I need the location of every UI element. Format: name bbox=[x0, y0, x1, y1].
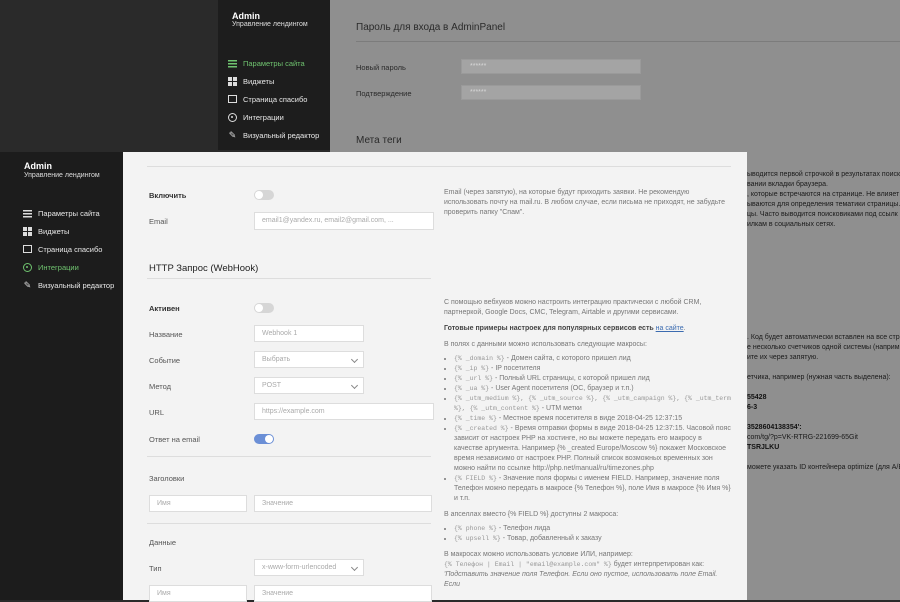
email-answer-label: Ответ на email bbox=[149, 435, 200, 444]
url-label: URL bbox=[149, 408, 165, 417]
enable-label: Включить bbox=[149, 191, 187, 200]
active-toggle[interactable] bbox=[254, 303, 274, 313]
divider bbox=[147, 523, 431, 524]
sidebar-title: Admin bbox=[24, 161, 52, 171]
meta-heading: Мета теги bbox=[356, 135, 402, 146]
active-label: Активен bbox=[149, 304, 180, 313]
data-label: Данные bbox=[149, 538, 177, 547]
list-item: {% phone %} - Телефон лида bbox=[454, 524, 731, 534]
help-or-intro: В макросах можно использовать условие ИЛ… bbox=[444, 551, 633, 558]
list-item: {% _created %} - Время отправки формы в … bbox=[454, 424, 731, 474]
circle-icon bbox=[228, 112, 237, 122]
square-icon bbox=[23, 245, 32, 253]
url-input[interactable]: https://example.com bbox=[254, 403, 434, 420]
email-help-text: Email (через запятую), на которые будут … bbox=[444, 189, 726, 216]
list-item: {% _ip %} - IP посетителя bbox=[454, 364, 731, 374]
circle-icon bbox=[23, 262, 32, 272]
grid-icon bbox=[228, 76, 237, 86]
background-sidebar: Admin Управление лендингом Параметры сай… bbox=[218, 0, 330, 150]
list-item: {% upsell %} - Товар, добавленный к зака… bbox=[454, 534, 731, 544]
event-label: Событие bbox=[149, 356, 181, 365]
list-item: {% _url %} - Полный URL страницы, с кото… bbox=[454, 374, 731, 384]
confirm-password-input[interactable]: ****** bbox=[461, 85, 641, 100]
type-label: Тип bbox=[149, 564, 162, 573]
square-icon bbox=[228, 95, 237, 103]
method-select[interactable]: POST bbox=[254, 377, 364, 394]
meta-help-text: ыводится первой строчкой в результатах п… bbox=[747, 171, 900, 228]
bg-sidebar-item-thanks-page[interactable]: Страница спасибо bbox=[228, 90, 319, 108]
header-value-input[interactable]: Значение bbox=[254, 495, 432, 512]
sliders-icon bbox=[23, 208, 32, 218]
bg-sidebar-item-widgets[interactable]: Виджеты bbox=[228, 72, 319, 90]
bg-sidebar-item-site-params[interactable]: Параметры сайта bbox=[228, 54, 319, 72]
type-select[interactable]: x-www-form-urlencoded bbox=[254, 559, 364, 576]
list-item: {% _utm_medium %}, {% _utm_source %}, {%… bbox=[454, 394, 731, 414]
main-content: Включить Email email1@yandex.ru, email2@… bbox=[123, 152, 747, 602]
data-value-input[interactable]: Значение bbox=[254, 585, 432, 602]
macros-list: {% _domain %} - Домен сайта, с которого … bbox=[444, 354, 731, 504]
sidebar-item-thanks-page[interactable]: Страница спасибо bbox=[23, 240, 114, 258]
help-examples: Готовые примеры настроек для популярных … bbox=[444, 325, 686, 332]
enable-toggle[interactable] bbox=[254, 190, 274, 200]
webhook-title: HTTP Запрос (WebHook) bbox=[149, 263, 259, 274]
divider bbox=[147, 166, 731, 167]
sidebar-subtitle: Управление лендингом bbox=[24, 172, 100, 179]
name-label: Название bbox=[149, 330, 183, 339]
webhook-help: С помощью вебхуков можно настроить интег… bbox=[444, 298, 731, 590]
email-label: Email bbox=[149, 217, 168, 226]
divider bbox=[147, 278, 431, 279]
new-password-label: Новый пароль bbox=[356, 63, 406, 72]
new-password-input[interactable]: ****** bbox=[461, 59, 641, 74]
sidebar: Admin Управление лендингом Параметры сай… bbox=[0, 152, 123, 600]
help-upsell-intro: В апселлах вместо {% FIELD %} доступны 2… bbox=[444, 511, 619, 518]
help-intro: С помощью вебхуков можно настроить интег… bbox=[444, 299, 702, 316]
divider bbox=[356, 41, 900, 42]
sidebar-item-site-params[interactable]: Параметры сайта bbox=[23, 204, 114, 222]
list-item: {% _time %} - Местное время посетителя в… bbox=[454, 414, 731, 424]
help-or-explanation: 'Подставить значение поля Телефон. Если … bbox=[444, 571, 718, 588]
bg-sidebar-subtitle: Управление лендингом bbox=[232, 21, 308, 28]
confirm-password-label: Подтверждение bbox=[356, 89, 412, 98]
help-site-link[interactable]: на сайте bbox=[656, 325, 684, 332]
divider bbox=[147, 456, 431, 457]
pen-icon: ✎ bbox=[228, 129, 237, 140]
bg-sidebar-item-visual-editor[interactable]: ✎ Визуальный редактор bbox=[228, 126, 320, 144]
counters-help-text: . Код будет автоматически вставлен на вс… bbox=[747, 334, 900, 471]
email-input[interactable]: email1@yandex.ru, email2@gmail.com, ... bbox=[254, 212, 434, 230]
list-item: {% FIELD %} - Значение поля формы с имен… bbox=[454, 474, 731, 504]
help-macros-intro: В полях с данными можно использовать сле… bbox=[444, 341, 647, 348]
bg-sidebar-title: Admin bbox=[232, 11, 260, 21]
email-answer-toggle[interactable] bbox=[254, 434, 274, 444]
sidebar-item-widgets[interactable]: Виджеты bbox=[23, 222, 114, 240]
webhook-name-input[interactable]: Webhook 1 bbox=[254, 325, 364, 342]
list-item: {% _ua %} - User Agent посетителя (ОС, б… bbox=[454, 384, 731, 394]
list-item: {% _domain %} - Домен сайта, с которого … bbox=[454, 354, 731, 364]
sidebar-item-integrations[interactable]: Интеграции bbox=[23, 258, 114, 276]
sliders-icon bbox=[228, 58, 237, 68]
pen-icon: ✎ bbox=[23, 279, 32, 290]
upsell-macros-list: {% phone %} - Телефон лида {% upsell %} … bbox=[444, 524, 731, 544]
data-name-input[interactable]: Имя bbox=[149, 585, 247, 602]
grid-icon bbox=[23, 226, 32, 236]
sidebar-item-visual-editor[interactable]: ✎ Визуальный редактор bbox=[23, 276, 115, 294]
help-or-example: {% Телефон | Email | "email@example.com"… bbox=[444, 561, 705, 568]
header-name-input[interactable]: Имя bbox=[149, 495, 247, 512]
headers-label: Заголовки bbox=[149, 474, 185, 483]
bg-sidebar-item-integrations[interactable]: Интеграции bbox=[228, 108, 319, 126]
password-heading: Пароль для входа в AdminPanel bbox=[356, 22, 506, 33]
method-label: Метод bbox=[149, 382, 171, 391]
event-select[interactable]: Выбрать bbox=[254, 351, 364, 368]
